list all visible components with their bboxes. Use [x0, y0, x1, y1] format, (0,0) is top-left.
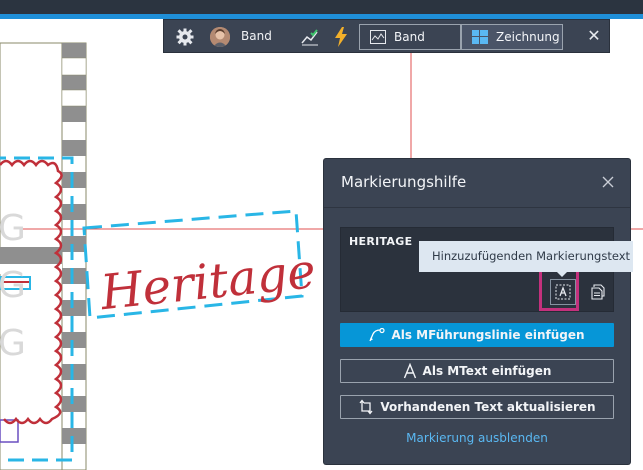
floating-toolbar: Band Band Zeichnung ✕ — [163, 19, 610, 53]
insert-as-mtext-label: Als MText einfügen — [422, 364, 552, 378]
gear-icon[interactable] — [176, 28, 194, 46]
faded-letter: G — [0, 265, 26, 306]
insert-as-mtext-button[interactable]: Als MText einfügen — [340, 359, 614, 383]
tooltip-arrow — [557, 272, 567, 277]
refresh-icon — [359, 399, 373, 415]
copy-icon — [591, 284, 605, 300]
user-avatar[interactable] — [210, 27, 230, 47]
markup-assist-panel: Markierungshilfe HERITAGE Hinzuzufügende… — [324, 159, 633, 464]
user-name[interactable]: Band — [241, 29, 272, 43]
update-existing-text-label: Vorhandenen Text aktualisieren — [380, 400, 596, 414]
panel-divider — [324, 207, 630, 208]
insert-as-leader-button[interactable]: Als MFührungslinie einfügen — [340, 323, 614, 347]
faded-letter: G — [0, 208, 26, 249]
text-a-icon — [403, 363, 416, 379]
leader-icon — [369, 328, 386, 342]
app-top-bar — [0, 0, 643, 14]
copy-text-button[interactable] — [585, 279, 611, 305]
drawing-button[interactable]: Zeichnung — [461, 24, 563, 50]
drawing-button-label: Zeichnung — [496, 30, 560, 44]
hide-markup-link[interactable]: Markierung ausblenden — [324, 431, 630, 445]
band-button-label: Band — [394, 30, 425, 44]
insert-as-leader-label: Als MFührungslinie einfügen — [391, 328, 585, 342]
band-icon — [370, 30, 386, 44]
recognized-text: HERITAGE — [349, 235, 413, 248]
tooltip: Hinzuzufügenden Markierungstext — [419, 241, 633, 272]
close-icon[interactable]: ✕ — [585, 27, 603, 45]
update-existing-text-button[interactable]: Vorhandenen Text aktualisieren — [340, 395, 614, 419]
panel-title: Markierungshilfe — [341, 173, 467, 191]
band-button[interactable]: Band — [359, 24, 461, 50]
lightning-icon[interactable] — [334, 27, 348, 47]
faded-letter: G — [0, 323, 26, 364]
chart-check-icon[interactable] — [301, 28, 319, 46]
layout-grid-icon — [472, 30, 488, 44]
close-icon[interactable] — [601, 175, 615, 189]
handwriting-heritage: Heritage — [97, 243, 318, 321]
